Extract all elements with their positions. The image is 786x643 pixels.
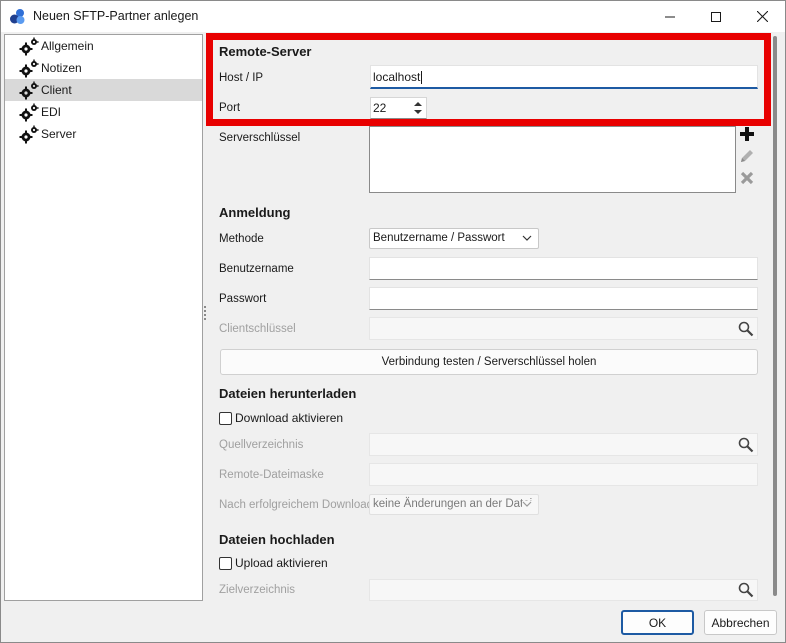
remote-mask-input[interactable] xyxy=(369,463,758,486)
sidebar-item-server[interactable]: Server xyxy=(5,123,202,145)
sidebar-item-label: EDI xyxy=(41,105,62,119)
close-button[interactable] xyxy=(739,1,785,32)
target-dir-input[interactable] xyxy=(369,579,758,601)
maximize-icon xyxy=(711,11,721,22)
window-title: Neuen SFTP-Partner anlegen xyxy=(33,9,199,23)
pencil-icon xyxy=(741,150,753,162)
login-heading: Anmeldung xyxy=(219,205,291,220)
gears-icon xyxy=(19,37,39,56)
sidebar-item-allgemein[interactable]: Allgemein xyxy=(5,35,202,57)
search-icon[interactable] xyxy=(738,582,754,598)
add-key-button[interactable] xyxy=(738,125,756,143)
upload-heading: Dateien hochladen xyxy=(219,532,335,547)
chevron-down-icon xyxy=(522,235,532,241)
gears-icon xyxy=(19,59,39,78)
search-icon[interactable] xyxy=(738,437,754,453)
chevron-down-icon xyxy=(522,501,532,508)
test-connection-button[interactable]: Verbindung testen / Serverschlüssel hole… xyxy=(220,349,758,375)
title-bar[interactable]: Neuen SFTP-Partner anlegen xyxy=(1,1,785,32)
sidebar-item-label: Server xyxy=(41,127,77,141)
edit-key-button[interactable] xyxy=(738,147,756,165)
checkbox-box[interactable] xyxy=(219,411,232,425)
method-select[interactable]: Benutzername / Passwort xyxy=(369,228,539,249)
close-icon xyxy=(756,11,768,22)
plus-icon xyxy=(740,127,754,141)
download-enable-checkbox[interactable]: Download aktivieren xyxy=(219,411,343,425)
sidebar-item-label: Client xyxy=(41,83,72,97)
password-label: Passwort xyxy=(219,293,267,305)
minimize-icon xyxy=(665,16,675,17)
gears-icon xyxy=(19,81,39,100)
download-heading: Dateien herunterladen xyxy=(219,386,357,401)
download-enable-label: Download aktivieren xyxy=(235,411,344,425)
delete-key-button[interactable] xyxy=(738,169,756,187)
password-input[interactable] xyxy=(369,287,758,310)
method-value: Benutzername / Passwort xyxy=(373,232,505,244)
upload-enable-checkbox[interactable]: Upload aktivieren xyxy=(219,556,328,570)
gears-icon xyxy=(19,103,39,122)
server-key-textarea[interactable] xyxy=(369,126,736,193)
sidebar-item-edi[interactable]: EDI xyxy=(5,101,202,123)
scroll-thumb[interactable] xyxy=(773,36,777,596)
sidebar-item-client[interactable]: Client xyxy=(5,79,202,101)
after-download-label: Nach erfolgreichem Download... xyxy=(219,499,383,511)
sidebar-item-label: Allgemein xyxy=(41,39,94,53)
checkbox-box[interactable] xyxy=(219,556,232,570)
target-dir-label: Zielverzeichnis xyxy=(219,584,296,596)
server-key-label: Serverschlüssel xyxy=(219,132,301,144)
client-key-input[interactable] xyxy=(369,317,758,340)
remote-mask-label: Remote-Dateimaske xyxy=(219,469,324,481)
gears-icon xyxy=(19,125,39,144)
search-icon[interactable] xyxy=(738,321,754,337)
after-download-select[interactable]: keine Änderungen an der Datei xyxy=(369,494,539,515)
sidebar-item-label: Notizen xyxy=(41,61,82,75)
upload-enable-label: Upload aktivieren xyxy=(235,556,328,570)
dialog-window: Neuen SFTP-Partner anlegen Allgemein Not… xyxy=(0,0,786,643)
highlight-box xyxy=(206,33,771,126)
app-logo-icon xyxy=(9,8,26,25)
cancel-button[interactable]: Abbrechen xyxy=(704,610,777,635)
ok-button[interactable]: OK xyxy=(621,610,694,635)
username-label: Benutzername xyxy=(219,263,294,275)
source-dir-input[interactable] xyxy=(369,433,758,456)
navigation-tree: Allgemein Notizen Client EDI Server xyxy=(4,34,203,601)
source-dir-label: Quellverzeichnis xyxy=(219,439,304,451)
sidebar-item-notizen[interactable]: Notizen xyxy=(5,57,202,79)
username-input[interactable] xyxy=(369,257,758,280)
client-key-label: Clientschlüssel xyxy=(219,323,296,335)
method-label: Methode xyxy=(219,233,264,245)
maximize-button[interactable] xyxy=(693,1,739,32)
after-download-value: keine Änderungen an der Datei xyxy=(373,498,533,510)
delete-x-icon xyxy=(740,171,754,185)
minimize-button[interactable] xyxy=(647,1,693,32)
